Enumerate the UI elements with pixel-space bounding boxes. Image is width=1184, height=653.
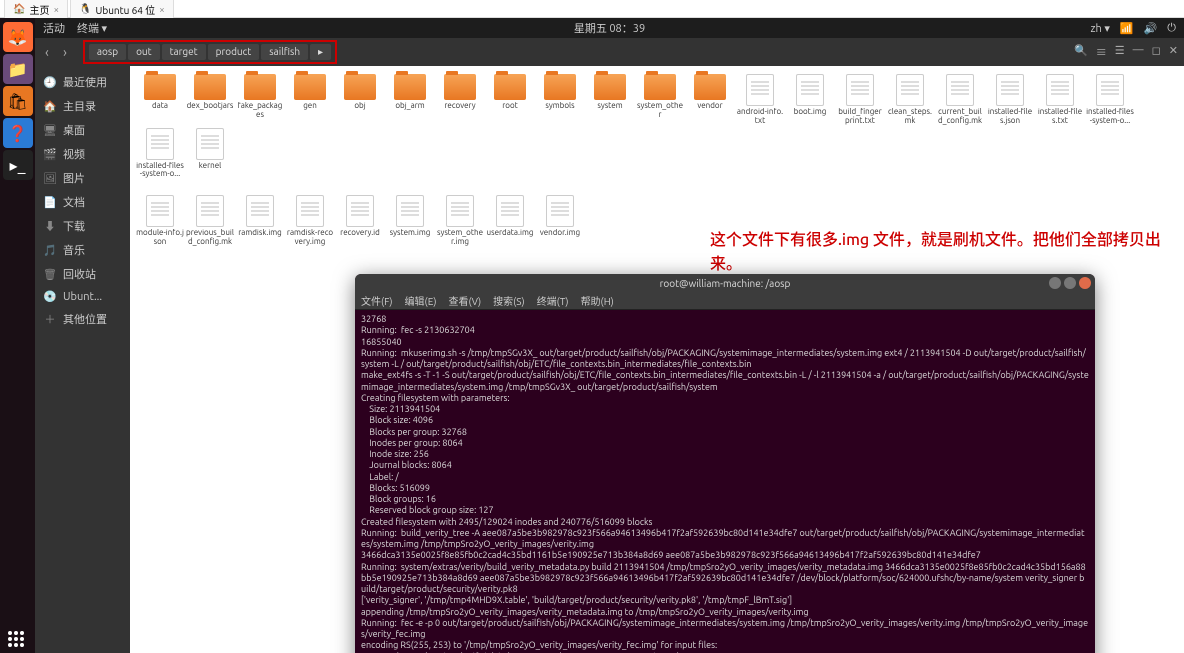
file-item[interactable]: installed-files-system-o...: [1086, 74, 1134, 126]
terminal-window[interactable]: root@william-machine: /aosp 文件(F) 编辑(E) 查看…: [355, 274, 1095, 653]
folder-item[interactable]: gen: [286, 74, 334, 126]
maximize-icon[interactable]: ◻: [1152, 44, 1161, 60]
file-item[interactable]: previous_build_config.mk: [186, 195, 234, 247]
breadcrumb-item[interactable]: aosp: [89, 44, 126, 60]
forward-button[interactable]: ›: [59, 44, 71, 60]
sidebar-item[interactable]: 🗑回收站: [35, 262, 130, 286]
top-bar: 活动 终端 ▾ 星期五 08：39 zh ▾ 📶 🔊 ⏻: [35, 18, 1184, 38]
launcher: 🦊 📁 🛍 ❓ ▸_: [0, 18, 35, 653]
file-item[interactable]: installed-files.json: [986, 74, 1034, 126]
file-item[interactable]: current_build_config.mk: [936, 74, 984, 126]
hamburger-icon[interactable]: ☰: [1115, 44, 1125, 60]
app-menu[interactable]: 终端 ▾: [77, 20, 107, 36]
search-icon[interactable]: 🔍: [1074, 44, 1088, 60]
file-item[interactable]: vendor.img: [536, 195, 584, 247]
file-item[interactable]: system_other.img: [436, 195, 484, 247]
sidebar-item[interactable]: 💿Ubunt...: [35, 286, 130, 307]
folder-item[interactable]: system: [586, 74, 634, 126]
annotation-text: 这个文件下有很多.img 文件，就是刷机文件。把他们全部拷贝出来。: [710, 226, 1184, 274]
launcher-software[interactable]: 🛍: [3, 86, 33, 116]
file-item[interactable]: system.img: [386, 195, 434, 247]
launcher-terminal[interactable]: ▸_: [3, 150, 33, 180]
sidebar-item[interactable]: ⬇下载: [35, 214, 130, 238]
file-item[interactable]: kernel: [186, 128, 234, 180]
desktop: 🦊 📁 🛍 ❓ ▸_ 活动 终端 ▾ 星期五 08：39 zh ▾ 📶 🔊 ⏻ …: [0, 18, 1184, 653]
launcher-help[interactable]: ❓: [3, 118, 33, 148]
file-manager-content: datadex_bootjarsfake_packagesgenobjobj_a…: [130, 66, 1184, 653]
network-icon[interactable]: 📶: [1120, 22, 1134, 35]
file-item[interactable]: ramdisk-recovery.img: [286, 195, 334, 247]
maximize-icon[interactable]: [1064, 277, 1076, 289]
input-method[interactable]: zh ▾: [1091, 22, 1110, 35]
terminal-menu: 文件(F) 编辑(E) 查看(V) 搜索(S) 终端(T) 帮助(H): [355, 292, 1095, 310]
terminal-menu-item[interactable]: 搜索(S): [493, 293, 525, 308]
file-item[interactable]: userdata.img: [486, 195, 534, 247]
file-item[interactable]: build_fingerprint.txt: [836, 74, 884, 126]
file-item[interactable]: module-info.json: [136, 195, 184, 247]
sidebar-item[interactable]: 🏠主目录: [35, 94, 130, 118]
breadcrumb-item[interactable]: ▸: [310, 44, 331, 60]
terminal-menu-item[interactable]: 编辑(E): [405, 293, 437, 308]
back-button[interactable]: ‹: [41, 44, 53, 60]
sidebar-item[interactable]: 📄文档: [35, 190, 130, 214]
launcher-firefox[interactable]: 🦊: [3, 22, 33, 52]
folder-item[interactable]: system_other: [636, 74, 684, 126]
file-item[interactable]: installed-files.txt: [1036, 74, 1084, 126]
terminal-menu-item[interactable]: 终端(T): [537, 293, 569, 308]
folder-item[interactable]: symbols: [536, 74, 584, 126]
sidebar-item[interactable]: 🎬视频: [35, 142, 130, 166]
folder-item[interactable]: vendor: [686, 74, 734, 126]
activities-button[interactable]: 活动: [43, 20, 65, 36]
breadcrumb-item[interactable]: product: [208, 44, 260, 60]
folder-item[interactable]: obj_arm: [386, 74, 434, 126]
sidebar-item[interactable]: ＋其他位置: [35, 307, 130, 331]
close-icon[interactable]: ✕: [1169, 44, 1178, 60]
places-sidebar: 🕘最近使用🏠主目录🖥桌面🎬视频🖼图片📄文档⬇下载🎵音乐🗑回收站💿Ubunt...…: [35, 66, 130, 653]
sound-icon[interactable]: 🔊: [1144, 22, 1158, 35]
file-item[interactable]: ramdisk.img: [236, 195, 284, 247]
folder-item[interactable]: root: [486, 74, 534, 126]
host-tabs: 🏠主页× 🐧Ubuntu 64 位×: [0, 0, 1184, 18]
breadcrumb: aospouttargetproductsailfish▸: [83, 40, 337, 64]
file-manager-toolbar: ‹ › aospouttargetproductsailfish▸ 🔍 ≡ ☰ …: [35, 38, 1184, 66]
sidebar-item[interactable]: 🖥桌面: [35, 118, 130, 142]
folder-item[interactable]: dex_bootjars: [186, 74, 234, 126]
close-icon[interactable]: ×: [53, 4, 59, 15]
folder-item[interactable]: fake_packages: [236, 74, 284, 126]
terminal-title-bar[interactable]: root@william-machine: /aosp: [355, 274, 1095, 292]
terminal-menu-item[interactable]: 查看(V): [448, 293, 481, 308]
launcher-files[interactable]: 📁: [3, 54, 33, 84]
terminal-title: root@william-machine: /aosp: [660, 278, 791, 289]
file-item[interactable]: recovery.id: [336, 195, 384, 247]
view-list-icon[interactable]: ≡: [1096, 44, 1107, 60]
folder-item[interactable]: data: [136, 74, 184, 126]
host-tab-vm[interactable]: 🐧Ubuntu 64 位×: [70, 0, 174, 19]
host-tab-home[interactable]: 🏠主页×: [4, 0, 68, 19]
power-icon[interactable]: ⏻: [1167, 22, 1176, 35]
breadcrumb-item[interactable]: target: [162, 44, 206, 60]
folder-item[interactable]: obj: [336, 74, 384, 126]
terminal-menu-item[interactable]: 文件(F): [361, 293, 393, 308]
close-icon[interactable]: ×: [159, 4, 165, 15]
show-apps-icon[interactable]: [8, 631, 24, 647]
file-item[interactable]: android-info.txt: [736, 74, 784, 126]
minimize-icon[interactable]: —: [1133, 44, 1144, 60]
sidebar-item[interactable]: 🖼图片: [35, 166, 130, 190]
terminal-menu-item[interactable]: 帮助(H): [581, 293, 614, 308]
file-item[interactable]: installed-files-system-o...: [136, 128, 184, 180]
folder-item[interactable]: recovery: [436, 74, 484, 126]
file-item[interactable]: boot.img: [786, 74, 834, 126]
sidebar-item[interactable]: 🕘最近使用: [35, 70, 130, 94]
terminal-output[interactable]: 32768Running: fec -s 213063270416855040R…: [355, 310, 1095, 653]
breadcrumb-item[interactable]: out: [128, 44, 160, 60]
clock[interactable]: 星期五 08：39: [574, 20, 645, 36]
breadcrumb-item[interactable]: sailfish: [261, 44, 308, 60]
sidebar-item[interactable]: 🎵音乐: [35, 238, 130, 262]
close-icon[interactable]: [1079, 277, 1091, 289]
file-item[interactable]: clean_steps.mk: [886, 74, 934, 126]
minimize-icon[interactable]: [1049, 277, 1061, 289]
